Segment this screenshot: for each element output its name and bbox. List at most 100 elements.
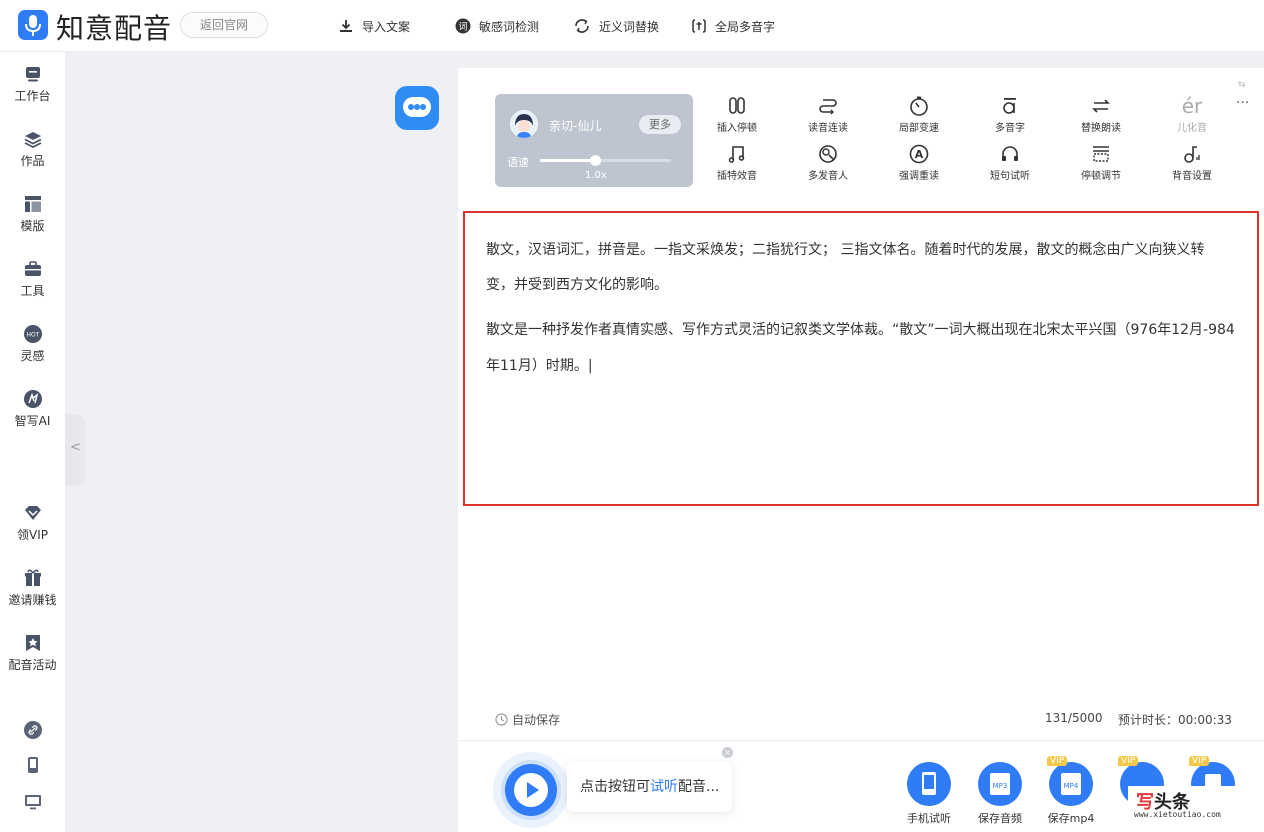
short-sentence-preview-button[interactable]: 短句试听 xyxy=(970,143,1050,182)
more-tools-button[interactable]: ··· xyxy=(1236,95,1249,111)
chevron-left-icon: < xyxy=(70,440,81,455)
export-label: 保存mp4 xyxy=(1047,812,1095,825)
sidebar-item-workbench[interactable]: 工作台 xyxy=(0,64,65,104)
microphone-logo-icon xyxy=(18,10,48,40)
link-icon xyxy=(23,720,43,740)
import-icon xyxy=(338,18,354,34)
vip-badge: VIP xyxy=(1047,756,1068,766)
sidebar-label: 灵感 xyxy=(20,349,45,363)
svg-text:A: A xyxy=(915,148,924,161)
svg-text:词: 词 xyxy=(458,22,467,33)
local-speed-icon xyxy=(908,95,930,117)
insert-sound-effect-button[interactable]: 插特效音 xyxy=(697,143,777,182)
insert-pause-button[interactable]: 插入停顿 xyxy=(697,95,777,134)
synonym-replace-label: 近义词替换 xyxy=(599,19,660,34)
vip-badge: VIP xyxy=(1189,756,1210,766)
speed-slider-thumb[interactable] xyxy=(590,155,601,166)
watermark-url: www.xietoutiao.com xyxy=(1134,810,1221,819)
sidebar-label: 工作台 xyxy=(14,89,51,103)
works-icon xyxy=(23,129,43,149)
sidebar-item-dubbing-activity[interactable]: 配音活动 xyxy=(0,633,65,673)
sidebar-label: 模版 xyxy=(20,219,45,233)
play-button[interactable] xyxy=(505,764,557,816)
save-audio-button[interactable]: MP3 保存音频 xyxy=(964,762,1036,826)
polyphone-global-icon xyxy=(691,18,707,34)
export-label: 保存音频 xyxy=(978,812,1022,825)
sidebar-collapse-toggle[interactable]: < xyxy=(65,414,85,486)
hot-icon: HOT xyxy=(23,324,43,344)
polyphone-icon xyxy=(999,95,1021,117)
emphasis-icon: A xyxy=(908,143,930,165)
replace-read-button[interactable]: 替换朗读 xyxy=(1061,95,1141,134)
sidebar-link-button[interactable] xyxy=(0,720,65,743)
editor-line-4: 年11月）时期。| xyxy=(486,358,593,374)
sidebar-item-invite[interactable]: 邀请赚钱 xyxy=(0,568,65,608)
emphasis-button[interactable]: A 强调重读 xyxy=(879,143,959,182)
autosave-label: 自动保存 xyxy=(512,713,561,727)
export-label: 手机试听 xyxy=(907,812,951,825)
sensitive-check-icon: 词 xyxy=(455,18,471,34)
mp4-tag: MP4 xyxy=(1064,782,1079,790)
watermark-logo: 写头条 www.xietoutiao.com xyxy=(1128,786,1238,826)
mp3-icon: MP3 xyxy=(978,762,1022,806)
speed-slider-fill xyxy=(540,159,597,162)
tool-label: 儿化音 xyxy=(1177,123,1207,134)
autosave-indicator: 自动保存 xyxy=(495,711,560,728)
tool-label: 替换朗读 xyxy=(1081,123,1121,134)
sidebar-desktop-button[interactable] xyxy=(0,792,65,815)
erhua-button[interactable]: ér 儿化音 xyxy=(1152,95,1232,134)
phone-listen-button[interactable]: 手机试听 xyxy=(893,762,965,826)
speed-value: 1.0x xyxy=(585,170,607,181)
template-icon xyxy=(23,194,43,214)
tool-label: 停顿调节 xyxy=(1081,171,1121,182)
editor-line-1: 散文，汉语词汇，拼音是。一指文采焕发；二指犹行文； 三指文体名。随着时代的发展，… xyxy=(486,242,1205,258)
mp3-tag: MP3 xyxy=(993,782,1008,790)
global-polyphone-button[interactable]: 全局多音字 xyxy=(691,16,775,36)
toolbox-icon xyxy=(23,259,43,279)
preview-tip: 点击按钮可试听配音... xyxy=(567,762,732,812)
more-voices-button[interactable]: 更多 xyxy=(639,115,681,134)
tool-label: 强调重读 xyxy=(899,171,939,182)
multi-speaker-button[interactable]: 多发音人 xyxy=(788,143,868,182)
swap-icon[interactable]: ⇆ xyxy=(1238,80,1246,90)
sidebar-label: 作品 xyxy=(20,154,45,168)
speed-label: 语速 xyxy=(507,156,529,169)
close-tip-icon[interactable]: × xyxy=(722,747,733,758)
back-to-website-button[interactable]: 返回官网 xyxy=(180,12,268,38)
phone-listen-icon xyxy=(907,762,951,806)
sidebar-mobile-button[interactable] xyxy=(0,755,65,778)
sidebar-label: 工具 xyxy=(20,284,45,298)
voice-avatar[interactable] xyxy=(510,110,538,138)
sidebar-label: 智写AI xyxy=(14,414,51,428)
sidebar-item-tools[interactable]: 工具 xyxy=(0,259,65,299)
synonym-replace-button[interactable]: 近义词替换 xyxy=(573,16,659,36)
sidebar-item-templates[interactable]: 模版 xyxy=(0,194,65,234)
polyphone-button[interactable]: 多音字 xyxy=(970,95,1050,134)
sidebar-item-ai-write[interactable]: 智写AI xyxy=(0,389,65,429)
tip-prefix: 点击按钮可 xyxy=(580,779,650,795)
tool-label: 读音连读 xyxy=(808,123,848,134)
mobile-icon xyxy=(23,755,43,775)
synonym-replace-icon xyxy=(573,18,591,34)
pause-adjust-button[interactable]: 停顿调节 xyxy=(1061,143,1141,182)
background-music-button[interactable]: 背音设置 xyxy=(1152,143,1232,182)
robot-assistant-icon[interactable] xyxy=(395,86,439,130)
liaison-button[interactable]: 读音连读 xyxy=(788,95,868,134)
speed-slider[interactable] xyxy=(540,159,671,162)
tip-suffix: 配音... xyxy=(678,779,720,795)
play-icon xyxy=(514,773,548,807)
sidebar-item-inspiration[interactable]: HOT 灵感 xyxy=(0,324,65,364)
sensitive-check-label: 敏感词检测 xyxy=(479,19,540,34)
sidebar-item-works[interactable]: 作品 xyxy=(0,129,65,169)
left-sidebar: 工作台 作品 模版 工具 HOT 灵感 智写AI 领VIP 邀请赚钱 配音活动 xyxy=(0,52,65,832)
pause-insert-icon xyxy=(726,95,748,117)
import-script-button[interactable]: 导入文案 xyxy=(338,16,410,36)
tool-label: 插入停顿 xyxy=(717,123,757,134)
top-bar: 知意配音 返回官网 导入文案 词 敏感词检测 近义词替换 全局多音字 xyxy=(0,0,1264,52)
activity-star-icon xyxy=(23,633,43,653)
save-mp4-button[interactable]: VIP MP4 保存mp4 xyxy=(1035,756,1107,826)
sidebar-label: 领VIP xyxy=(17,528,48,542)
sensitive-check-button[interactable]: 词 敏感词检测 xyxy=(455,16,539,36)
local-speed-button[interactable]: 局部变速 xyxy=(879,95,959,134)
sidebar-item-get-vip[interactable]: 领VIP xyxy=(0,503,65,543)
